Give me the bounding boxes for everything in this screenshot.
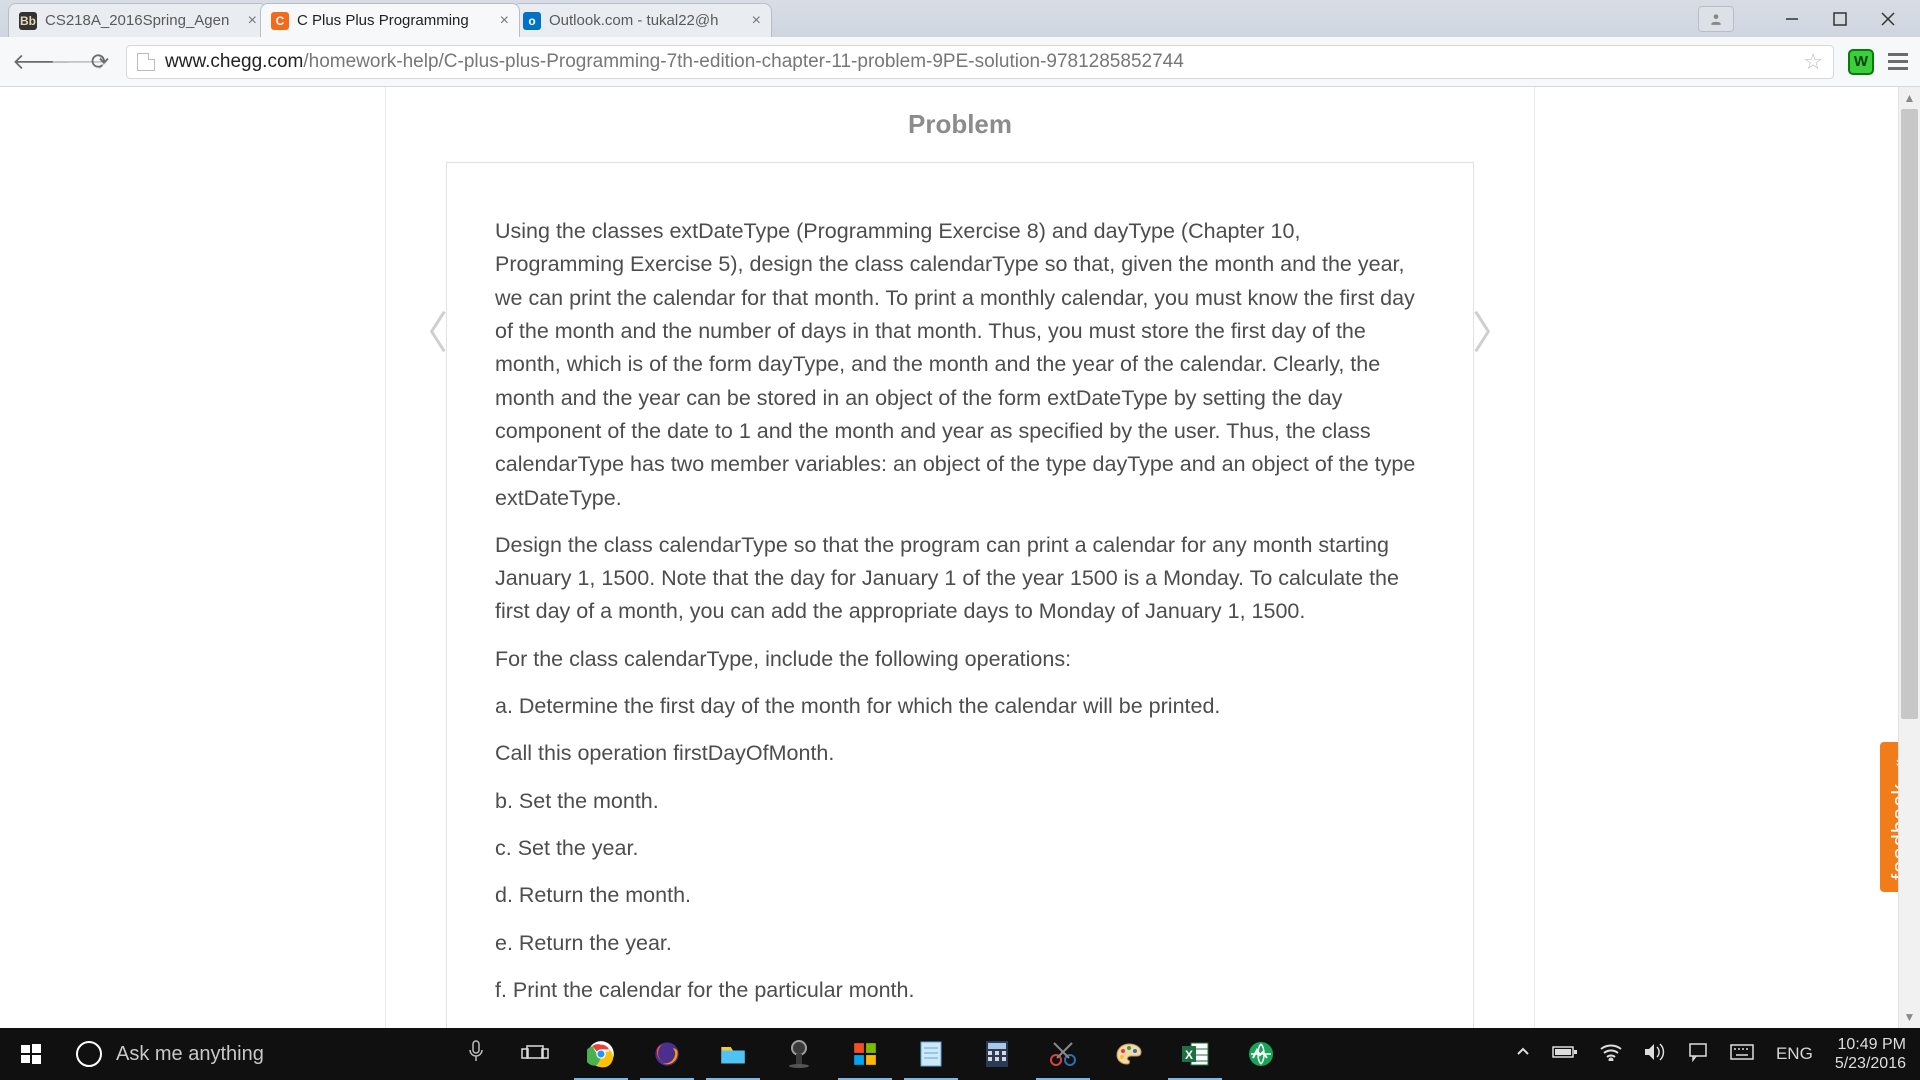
- chrome-icon[interactable]: [568, 1028, 634, 1080]
- close-tab-icon[interactable]: ×: [248, 12, 257, 30]
- reload-button[interactable]: ⟳: [88, 49, 112, 75]
- prev-problem-arrow[interactable]: 〈: [404, 297, 448, 361]
- volume-icon[interactable]: [1644, 1043, 1666, 1066]
- forward-button[interactable]: 🡒: [50, 49, 74, 75]
- chrome-user-icon[interactable]: [1698, 6, 1734, 32]
- taskbar-app-icon[interactable]: [1228, 1028, 1294, 1080]
- taskbar-clock[interactable]: 10:49 PM 5/23/2016: [1835, 1035, 1906, 1073]
- action-center-icon[interactable]: [1688, 1042, 1708, 1067]
- problem-paragraph: g. Add the appropriate constructors to i…: [495, 1021, 1425, 1028]
- back-button[interactable]: 🡐: [12, 49, 36, 75]
- task-view-icon[interactable]: [502, 1028, 568, 1080]
- problem-paragraph: e. Return the year.: [495, 927, 1425, 960]
- calculator-icon[interactable]: [964, 1028, 1030, 1080]
- cortana-search[interactable]: Ask me anything: [62, 1028, 502, 1080]
- chrome-menu-icon[interactable]: [1888, 53, 1908, 70]
- browser-tab[interactable]: o Outlook.com - tukal22@h ×: [512, 3, 772, 37]
- clock-time: 10:49 PM: [1835, 1035, 1906, 1054]
- page-viewport: 〈 〉 Problem Using the classes extDateTyp…: [0, 87, 1920, 1028]
- problem-paragraph: For the class calendarType, include the …: [495, 643, 1425, 676]
- problem-paragraph: f. Print the calendar for the particular…: [495, 974, 1425, 1007]
- language-indicator[interactable]: ENG: [1776, 1044, 1813, 1064]
- url-host: www.chegg.com: [165, 51, 303, 73]
- tab-title: C Plus Plus Programming: [297, 12, 492, 29]
- next-problem-arrow[interactable]: 〉: [1472, 297, 1516, 361]
- content-column: 〈 〉 Problem Using the classes extDateTyp…: [385, 87, 1535, 1028]
- store-icon[interactable]: [832, 1028, 898, 1080]
- clock-date: 5/23/2016: [1835, 1054, 1906, 1073]
- notepad-icon[interactable]: [898, 1028, 964, 1080]
- problem-paragraph: Using the classes extDateType (Programmi…: [495, 215, 1425, 515]
- scrollbar-thumb[interactable]: [1901, 109, 1918, 719]
- problem-text: Using the classes extDateType (Programmi…: [446, 162, 1474, 1028]
- browser-tabstrip: Bb CS218A_2016Spring_Agen × C C Plus Plu…: [0, 0, 1920, 37]
- favicon: o: [523, 12, 541, 30]
- browser-tab[interactable]: C C Plus Plus Programming ×: [260, 3, 520, 37]
- windows-taskbar: Ask me anything: [0, 1028, 1920, 1080]
- window-close-icon[interactable]: [1878, 9, 1898, 29]
- paint-icon[interactable]: [1096, 1028, 1162, 1080]
- vertical-scrollbar[interactable]: ▲ ▼: [1898, 87, 1920, 1028]
- scroll-down-icon[interactable]: ▼: [1899, 1006, 1920, 1028]
- start-button[interactable]: [0, 1028, 62, 1080]
- tab-title: Outlook.com - tukal22@h: [549, 12, 744, 29]
- excel-icon[interactable]: X: [1162, 1028, 1228, 1080]
- cortana-placeholder: Ask me anything: [116, 1043, 264, 1066]
- wifi-icon[interactable]: [1600, 1043, 1622, 1066]
- browser-toolbar: 🡐 🡒 ⟳ www.chegg.com/homework-help/C-plus…: [0, 37, 1920, 87]
- window-maximize-icon[interactable]: [1830, 9, 1850, 29]
- tray-overflow-icon[interactable]: [1516, 1044, 1530, 1064]
- scroll-up-icon[interactable]: ▲: [1899, 87, 1920, 109]
- microphone-icon[interactable]: [468, 1040, 484, 1068]
- extension-icon[interactable]: W: [1848, 49, 1874, 75]
- battery-icon[interactable]: [1552, 1044, 1578, 1064]
- close-tab-icon[interactable]: ×: [752, 12, 761, 30]
- browser-tab[interactable]: Bb CS218A_2016Spring_Agen ×: [8, 3, 268, 37]
- problem-paragraph: a. Determine the first day of the month …: [495, 690, 1425, 723]
- page-info-icon[interactable]: [137, 53, 155, 71]
- keyboard-icon[interactable]: [1730, 1044, 1754, 1065]
- problem-paragraph: b. Set the month.: [495, 785, 1425, 818]
- bookmark-star-icon[interactable]: ☆: [1803, 49, 1823, 75]
- problem-paragraph: Design the class calendarType so that th…: [495, 529, 1425, 629]
- system-tray: ENG 10:49 PM 5/23/2016: [1516, 1028, 1920, 1080]
- address-bar[interactable]: www.chegg.com/homework-help/C-plus-plus-…: [126, 45, 1834, 79]
- close-tab-icon[interactable]: ×: [500, 12, 509, 30]
- problem-heading: Problem: [386, 109, 1534, 140]
- file-explorer-icon[interactable]: [700, 1028, 766, 1080]
- taskbar-apps: X: [502, 1028, 1294, 1080]
- problem-paragraph: d. Return the month.: [495, 879, 1425, 912]
- tab-title: CS218A_2016Spring_Agen: [45, 12, 240, 29]
- window-minimize-icon[interactable]: [1782, 9, 1802, 29]
- favicon: C: [271, 12, 289, 30]
- firefox-icon[interactable]: [634, 1028, 700, 1080]
- problem-paragraph: c. Set the year.: [495, 832, 1425, 865]
- taskbar-app-icon[interactable]: [766, 1028, 832, 1080]
- url-path: /homework-help/C-plus-plus-Programming-7…: [303, 51, 1183, 73]
- cortana-icon: [76, 1041, 102, 1067]
- svg-text:X: X: [1185, 1048, 1193, 1062]
- favicon: Bb: [19, 12, 37, 30]
- snipping-tool-icon[interactable]: [1030, 1028, 1096, 1080]
- problem-paragraph: Call this operation firstDayOfMonth.: [495, 737, 1425, 770]
